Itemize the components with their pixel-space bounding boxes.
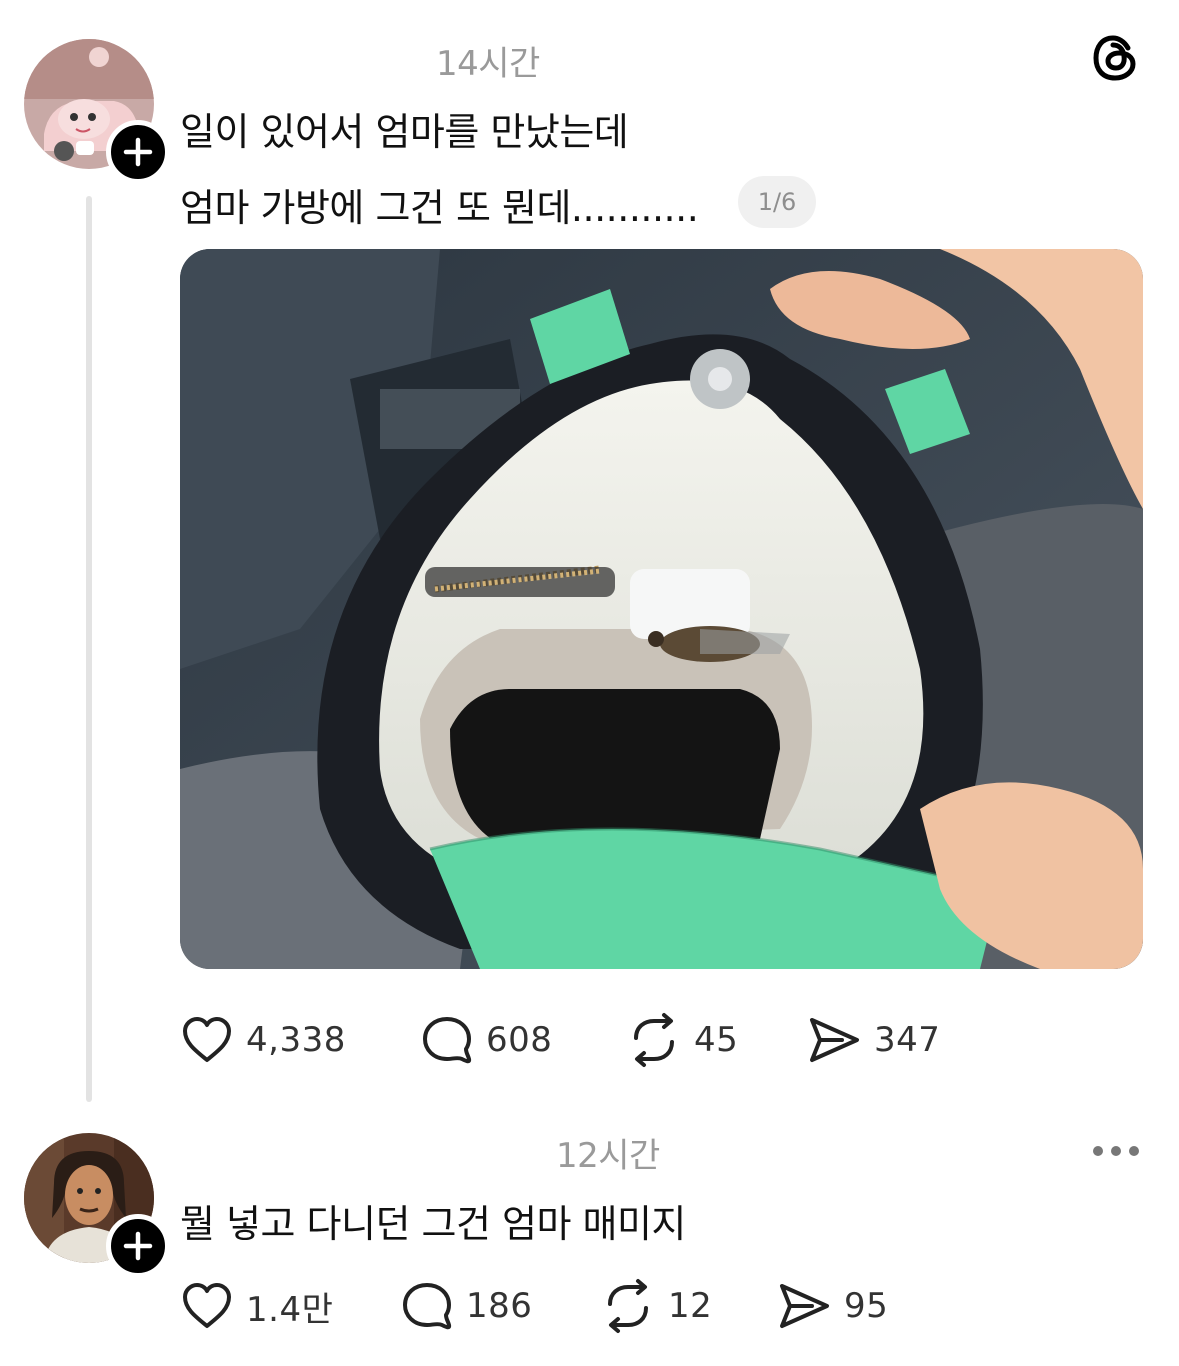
repost-button[interactable]: 45 bbox=[626, 1010, 738, 1070]
plus-icon bbox=[123, 137, 153, 167]
comment-button[interactable]: 186 bbox=[400, 1276, 532, 1336]
comment-bubble-icon bbox=[403, 1283, 452, 1330]
plus-icon bbox=[123, 1231, 153, 1261]
send-icon bbox=[780, 1284, 829, 1328]
post-image-bag[interactable] bbox=[180, 249, 1143, 969]
repost-button[interactable]: 12 bbox=[600, 1276, 712, 1336]
media-counter-badge: 1/6 bbox=[738, 176, 816, 228]
like-count: 4,338 bbox=[246, 1020, 346, 1060]
photo-bag-with-cicada bbox=[180, 249, 1143, 969]
share-button[interactable]: 95 bbox=[776, 1276, 888, 1336]
comment-count: 608 bbox=[486, 1020, 553, 1060]
post-text-line: 일이 있어서 엄마를 만났는데 bbox=[180, 110, 629, 154]
reply-timestamp: 12시간 bbox=[556, 1136, 660, 1176]
repost-count: 45 bbox=[694, 1020, 739, 1060]
like-button[interactable]: 1.4만 bbox=[180, 1276, 333, 1336]
repost-icon bbox=[608, 1279, 648, 1333]
comment-bubble-icon bbox=[423, 1017, 472, 1064]
thread-connector-line bbox=[86, 196, 92, 1102]
follow-button[interactable] bbox=[106, 120, 170, 184]
share-count: 95 bbox=[844, 1286, 889, 1326]
heart-icon bbox=[183, 1017, 231, 1062]
send-icon bbox=[810, 1018, 859, 1062]
comment-count: 186 bbox=[466, 1286, 533, 1326]
heart-icon bbox=[183, 1283, 231, 1328]
share-count: 347 bbox=[874, 1020, 941, 1060]
more-horizontal-icon[interactable] bbox=[1090, 1138, 1142, 1164]
like-count: 1.4만 bbox=[246, 1289, 334, 1330]
repost-icon bbox=[634, 1013, 674, 1067]
comment-button[interactable]: 608 bbox=[420, 1010, 552, 1070]
reply-text-line: 뭘 넣고 다니던 그건 엄마 매미지 bbox=[180, 1202, 686, 1246]
like-button[interactable]: 4,338 bbox=[180, 1010, 346, 1070]
share-button[interactable]: 347 bbox=[806, 1010, 940, 1070]
threads-icon[interactable] bbox=[1090, 32, 1142, 84]
follow-button[interactable] bbox=[106, 1214, 170, 1278]
repost-count: 12 bbox=[668, 1286, 713, 1326]
post-timestamp: 14시간 bbox=[436, 44, 540, 84]
post-text-line: 엄마 가방에 그건 또 뭔데........... bbox=[180, 186, 699, 230]
